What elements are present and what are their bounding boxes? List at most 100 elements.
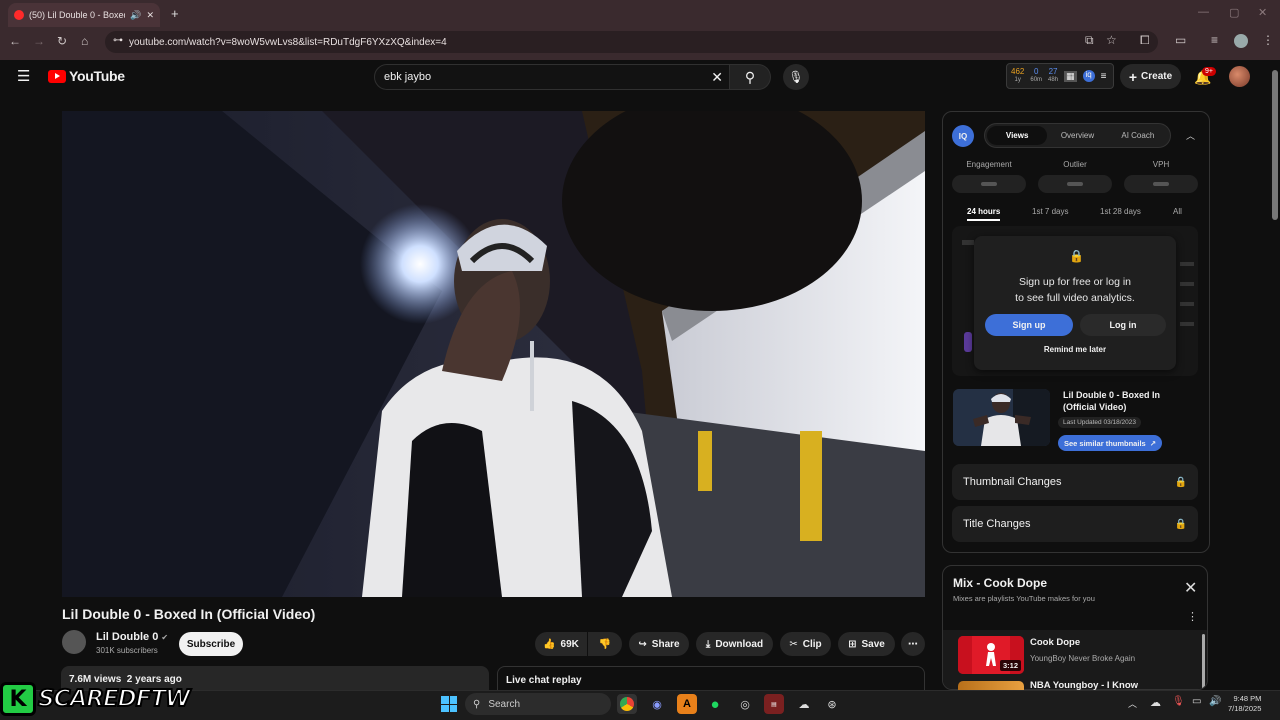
thumbs-up-icon: 👍 xyxy=(543,638,556,650)
range-first-7-days[interactable]: 1st 7 days xyxy=(1032,207,1068,216)
stat-value: 0 xyxy=(1033,67,1039,76)
share-button[interactable]: ↪ Share xyxy=(629,632,689,656)
back-icon[interactable]: ← xyxy=(9,34,21,48)
metric-outlier-label: Outlier xyxy=(1063,160,1087,169)
volume-tray-icon[interactable]: 🔊 xyxy=(1209,696,1221,707)
vidiq-stats-widget[interactable]: 462 1y 0 60m 27 48h ▦ iq ≡ xyxy=(1006,63,1114,89)
channel-avatar[interactable] xyxy=(62,630,86,654)
list-icon[interactable]: ≡ xyxy=(1101,71,1107,82)
hamburger-menu-icon[interactable]: ☰ xyxy=(17,67,30,85)
blurred-value xyxy=(1067,182,1083,186)
page-scrollbar-thumb[interactable] xyxy=(1272,70,1278,220)
tab-close-icon[interactable]: ✕ xyxy=(146,10,154,21)
display-tray-icon[interactable]: ▭ xyxy=(1192,696,1201,707)
spotify-icon[interactable]: ● xyxy=(705,694,725,714)
like-button[interactable]: 👍 69K xyxy=(535,632,587,656)
clear-search-icon[interactable]: ✕ xyxy=(711,69,723,86)
maximize-icon[interactable]: ▢ xyxy=(1229,6,1239,19)
lock-line-2: to see full video analytics. xyxy=(1015,292,1135,304)
menu-dots-icon[interactable]: ⋮ xyxy=(1262,33,1274,47)
taskbar-clock[interactable]: 9:48 PM 7/18/2025 xyxy=(1228,694,1261,714)
more-actions-button[interactable]: ⋯ xyxy=(901,632,925,656)
youtube-logo[interactable]: YouTube xyxy=(48,68,125,84)
login-button[interactable]: Log in xyxy=(1080,314,1166,336)
app-a-icon[interactable]: A xyxy=(677,694,697,714)
extensions-icon[interactable]: ⧠ xyxy=(1140,33,1150,48)
mix-item[interactable]: 3:12 xyxy=(958,636,1024,674)
stat-label: 1y xyxy=(1014,77,1021,83)
collapse-chevron-icon[interactable]: ︿ xyxy=(1186,129,1195,142)
address-bar[interactable]: ⊶ youtube.com/watch?v=8woW5vwLvs8&list=R… xyxy=(105,31,1158,53)
window-close-icon[interactable]: ✕ xyxy=(1258,6,1267,19)
subscribe-button[interactable]: Subscribe xyxy=(179,632,243,656)
search-icon: ⚲ xyxy=(744,68,756,85)
speaker-icon[interactable]: 🔊 xyxy=(130,10,141,21)
minimize-icon[interactable]: — xyxy=(1198,6,1209,18)
onedrive-icon[interactable]: ☁ xyxy=(1150,696,1161,709)
chrome-icon[interactable] xyxy=(617,694,637,714)
blurred-value xyxy=(1153,182,1169,186)
signup-button[interactable]: Sign up xyxy=(985,314,1073,336)
watermark-logo: K xyxy=(0,682,36,716)
live-chat-replay[interactable]: Live chat replay xyxy=(497,666,925,690)
title-changes-row[interactable]: Title Changes 🔒 xyxy=(952,506,1198,542)
download-button[interactable]: ⤓ Download xyxy=(696,632,773,656)
voice-app-icon[interactable]: ▤ xyxy=(764,694,784,714)
taskbar-search[interactable]: ⚲ Search xyxy=(465,693,611,715)
browser-tab[interactable]: (50) Lil Double 0 - Boxed In 🔊 ✕ xyxy=(8,3,160,27)
blurred-tick xyxy=(1180,302,1194,306)
mic-tray-icon[interactable]: 🎙 xyxy=(1172,696,1185,707)
mix-menu-icon[interactable]: ⋮ xyxy=(1187,610,1198,623)
reading-list-icon[interactable]: ≡ xyxy=(1211,33,1218,47)
lock-icon: 🔒 xyxy=(1174,476,1187,488)
misc-app-icon[interactable]: ⊛ xyxy=(822,694,842,714)
search-value: ebk jaybo xyxy=(384,71,432,83)
search-button[interactable]: ⚲ xyxy=(730,64,771,90)
channel-name-text: Lil Double 0 xyxy=(96,631,159,643)
windows-start-icon[interactable] xyxy=(441,696,457,712)
dislike-button[interactable]: 👎 xyxy=(588,632,622,656)
range-first-28-days[interactable]: 1st 28 days xyxy=(1100,207,1141,216)
video-thumbnail[interactable] xyxy=(953,389,1050,446)
sidebar-icon[interactable]: ▭ xyxy=(1175,33,1186,47)
save-button[interactable]: ⊞ Save xyxy=(838,632,895,656)
forward-icon[interactable]: → xyxy=(33,34,45,48)
lock-icon: 🔒 xyxy=(1069,249,1084,263)
new-tab-icon[interactable]: + xyxy=(171,6,179,21)
close-mix-icon[interactable]: ✕ xyxy=(1184,578,1197,598)
home-icon[interactable]: ⌂ xyxy=(81,34,88,48)
account-avatar[interactable] xyxy=(1229,66,1250,87)
channel-name[interactable]: Lil Double 0 ✔ xyxy=(96,631,168,643)
mix-item-thumbnail[interactable] xyxy=(958,681,1024,690)
tab-ai-coach[interactable]: AI Coach xyxy=(1108,126,1168,145)
steam-icon[interactable]: ◎ xyxy=(735,694,755,714)
last-updated-label: Last Updated 03/18/2023 xyxy=(1058,417,1142,428)
install-app-icon[interactable]: ⧉ xyxy=(1085,33,1094,48)
chrome-logo xyxy=(620,697,634,711)
range-24-hours[interactable]: 24 hours xyxy=(967,207,1001,221)
reload-icon[interactable]: ↻ xyxy=(57,34,67,48)
remind-later-link[interactable]: Remind me later xyxy=(974,345,1176,354)
tab-views[interactable]: Views xyxy=(987,126,1048,145)
profile-icon[interactable] xyxy=(1234,34,1248,48)
thumbnail-changes-row[interactable]: Thumbnail Changes 🔒 xyxy=(952,464,1198,500)
tab-overview[interactable]: Overview xyxy=(1047,126,1107,145)
bookmark-star-icon[interactable]: ☆ xyxy=(1106,33,1117,47)
stat-1y: 462 1y xyxy=(1011,67,1024,85)
create-button[interactable]: + Create xyxy=(1120,64,1181,89)
discord-icon[interactable]: ◉ xyxy=(647,694,667,714)
blurred-tick xyxy=(1180,322,1194,326)
search-input[interactable]: ebk jaybo ✕ xyxy=(374,64,730,90)
video-player[interactable] xyxy=(62,111,925,597)
gpu-app-icon[interactable]: ☁ xyxy=(794,694,814,714)
url-text: youtube.com/watch?v=8woW5vwLvs8&list=RDu… xyxy=(129,36,447,48)
mix-scrollbar[interactable] xyxy=(1202,634,1205,689)
win-pane xyxy=(449,704,457,712)
range-all[interactable]: All xyxy=(1173,207,1182,216)
site-info-icon[interactable]: ⊶ xyxy=(113,35,123,46)
mix-item-title: Cook Dope xyxy=(1030,637,1081,648)
clip-button[interactable]: ✂ Clip xyxy=(780,632,831,656)
similar-thumbnails-button[interactable]: See similar thumbnails ↗ xyxy=(1058,435,1162,451)
voice-search-button[interactable]: 🎙 xyxy=(783,64,809,90)
tray-chevron-icon[interactable]: ︿ xyxy=(1128,697,1137,710)
